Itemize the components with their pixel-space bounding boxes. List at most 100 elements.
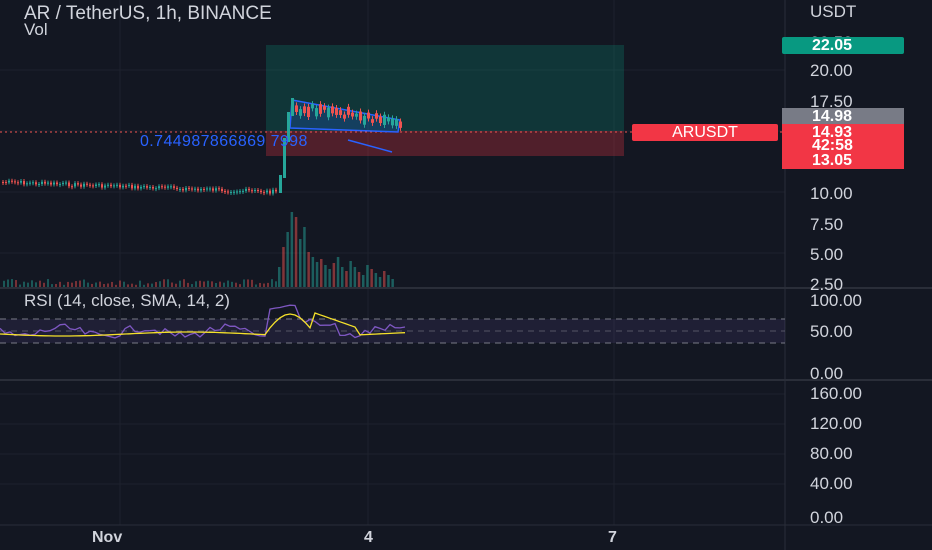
long-position-stop-zone bbox=[266, 131, 624, 156]
volume-bar bbox=[159, 281, 161, 287]
volume-bar bbox=[278, 267, 281, 287]
volume-bar bbox=[247, 279, 249, 287]
high-price-tag[interactable]: 14.98 bbox=[782, 108, 904, 125]
candle bbox=[327, 107, 330, 118]
candle bbox=[122, 185, 124, 188]
time-tick: Nov bbox=[92, 529, 123, 546]
candle bbox=[143, 186, 145, 188]
candle bbox=[191, 188, 193, 190]
volume-bar bbox=[23, 281, 25, 287]
fib-annotation-label[interactable]: 0.744987866869 7998 bbox=[140, 133, 308, 151]
candle bbox=[119, 184, 121, 188]
candle bbox=[221, 188, 223, 192]
symbol-badge[interactable]: ARUSDT bbox=[632, 124, 778, 141]
volume-bar bbox=[299, 239, 302, 287]
candle bbox=[101, 184, 103, 188]
lower-pane-tick: 120.00 bbox=[810, 414, 862, 433]
volume-legend[interactable]: Vol bbox=[24, 20, 48, 40]
volume-bar bbox=[111, 281, 113, 287]
volume-bar bbox=[151, 283, 153, 287]
price-tick: 7.50 bbox=[810, 215, 844, 234]
stop-price-tag[interactable]: 13.05 bbox=[782, 152, 904, 169]
candle bbox=[71, 186, 73, 188]
lower-pane-tick: 0.00 bbox=[810, 508, 844, 527]
candle bbox=[74, 183, 76, 187]
volume-bar bbox=[171, 282, 173, 287]
volume-bar bbox=[231, 281, 233, 287]
candle bbox=[383, 114, 386, 125]
lower-pane-tick: 160.00 bbox=[810, 384, 862, 403]
candle bbox=[110, 184, 112, 187]
candle bbox=[38, 183, 40, 185]
volume-bar bbox=[195, 281, 197, 287]
volume-bar bbox=[123, 281, 125, 287]
symbol-title[interactable]: AR / TetherUS, 1h, BINANCE bbox=[24, 3, 272, 25]
rsi-legend[interactable]: RSI (14, close, SMA, 14, 2) bbox=[24, 291, 230, 311]
candle bbox=[399, 121, 402, 128]
volume-bar bbox=[255, 284, 257, 287]
volume-bar bbox=[203, 281, 205, 287]
volume-bar bbox=[15, 280, 17, 287]
volume-bar bbox=[11, 279, 13, 287]
candle bbox=[134, 185, 136, 189]
volume-bar bbox=[227, 280, 229, 287]
candle bbox=[351, 112, 354, 117]
candle bbox=[155, 188, 157, 190]
volume-bar bbox=[119, 280, 121, 287]
chart-canvas[interactable] bbox=[0, 0, 932, 550]
volume-bar bbox=[294, 217, 298, 287]
volume-bar bbox=[362, 275, 365, 287]
candle bbox=[152, 186, 154, 189]
candle bbox=[254, 189, 256, 191]
volume-bar bbox=[75, 281, 77, 287]
candle bbox=[128, 184, 130, 186]
price-axis-currency[interactable]: USDT bbox=[810, 2, 856, 22]
volume-bar bbox=[341, 267, 344, 287]
candle bbox=[59, 184, 61, 186]
candle bbox=[77, 183, 79, 185]
volume-bar bbox=[27, 282, 29, 287]
volume-bar bbox=[282, 247, 285, 287]
candle bbox=[5, 182, 7, 184]
volume-bar bbox=[239, 284, 241, 287]
candle bbox=[125, 185, 127, 187]
candle bbox=[158, 186, 160, 189]
candle bbox=[32, 182, 34, 184]
candle bbox=[11, 180, 13, 182]
price-tick: 5.00 bbox=[810, 245, 844, 264]
candle bbox=[23, 181, 25, 185]
candle bbox=[339, 110, 342, 116]
candle bbox=[41, 181, 43, 184]
candle bbox=[131, 184, 133, 189]
candle bbox=[230, 191, 232, 193]
volume-bar bbox=[31, 280, 33, 287]
volume-bar bbox=[91, 283, 93, 287]
volume-bar bbox=[374, 273, 378, 287]
candle bbox=[20, 181, 22, 183]
volume-bar bbox=[127, 284, 129, 287]
volume-bar bbox=[103, 284, 105, 287]
volume-bar bbox=[336, 257, 340, 287]
candle bbox=[179, 189, 181, 191]
candle bbox=[233, 191, 235, 193]
candle bbox=[272, 189, 274, 194]
volume-bar bbox=[135, 284, 137, 287]
candle bbox=[164, 186, 166, 188]
volume-bar bbox=[311, 257, 315, 287]
volume-bar bbox=[366, 265, 369, 287]
volume-bar bbox=[215, 282, 217, 287]
candle bbox=[200, 188, 202, 191]
candle bbox=[363, 115, 366, 125]
volume-bar bbox=[183, 279, 185, 287]
volume-bar bbox=[328, 269, 331, 287]
candle bbox=[303, 106, 306, 114]
candle bbox=[47, 182, 49, 184]
candle bbox=[299, 109, 302, 116]
candle bbox=[242, 190, 244, 192]
rsi-band-background bbox=[0, 319, 785, 343]
candle bbox=[209, 188, 211, 190]
target-price-tag[interactable]: 22.05 bbox=[782, 37, 904, 54]
volume-bar bbox=[378, 277, 382, 287]
candle bbox=[227, 191, 229, 193]
candle bbox=[8, 180, 10, 183]
